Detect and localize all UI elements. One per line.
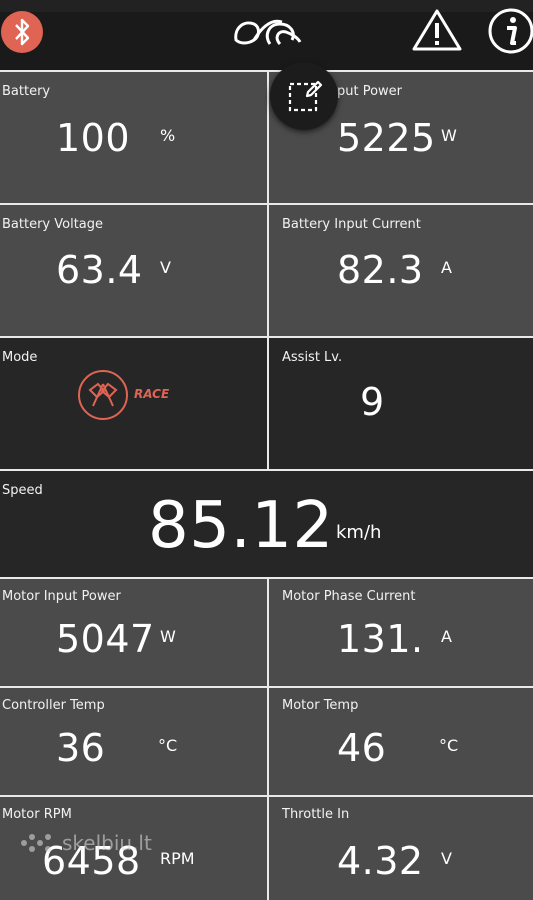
tile-battery[interactable]: Battery 100 % bbox=[0, 72, 267, 203]
tile-battery-input-current[interactable]: Battery Input Current 82.3 A bbox=[269, 205, 533, 336]
battery-voltage-unit: V bbox=[160, 258, 171, 277]
tile-battery-voltage[interactable]: Battery Voltage 63.4 V bbox=[0, 205, 267, 336]
battery-voltage-value: 63.4 bbox=[56, 248, 143, 292]
watermark-logo-icon bbox=[21, 834, 51, 852]
assist-level-value: 9 bbox=[360, 380, 385, 424]
motor-temp-value: 46 bbox=[337, 726, 387, 770]
mode-badge[interactable]: RACE bbox=[78, 370, 170, 420]
tile-label: Speed bbox=[2, 483, 43, 498]
battery-unit: % bbox=[160, 126, 176, 145]
battery-value: 100 bbox=[56, 116, 131, 160]
tile-label: Battery bbox=[2, 84, 51, 99]
top-bar bbox=[0, 0, 533, 70]
tile-label: Throttle In bbox=[282, 807, 350, 822]
controller-temp-value: 36 bbox=[56, 726, 106, 770]
tile-label: Controller Temp bbox=[2, 698, 105, 713]
motor-phase-current-unit: A bbox=[441, 627, 452, 646]
tile-label: Battery Voltage bbox=[2, 217, 104, 232]
tile-label: Motor Input Power bbox=[2, 589, 121, 604]
bluetooth-icon[interactable] bbox=[0, 8, 48, 56]
tile-motor-phase-current[interactable]: Motor Phase Current 131. A bbox=[269, 579, 533, 686]
motor-input-power-value: 5047 bbox=[56, 617, 155, 661]
tile-throttle-in[interactable]: Throttle In 4.32 V bbox=[269, 797, 533, 900]
tile-label: Battery Input Current bbox=[282, 217, 421, 232]
tile-label: put Power bbox=[337, 84, 403, 99]
edit-layout-icon bbox=[288, 80, 323, 112]
throttle-in-value: 4.32 bbox=[337, 839, 424, 883]
bike-logo-icon bbox=[234, 19, 302, 46]
speed-value: 85.12 bbox=[148, 489, 334, 563]
controller-temp-unit: °C bbox=[158, 736, 178, 755]
tile-label: Motor RPM bbox=[2, 807, 72, 822]
warning-icon[interactable] bbox=[412, 8, 462, 52]
motor-phase-current-value: 131. bbox=[337, 617, 424, 661]
edit-layout-button[interactable] bbox=[270, 62, 338, 130]
race-flags-icon bbox=[78, 370, 128, 420]
tile-label: Motor Phase Current bbox=[282, 589, 416, 604]
watermark-text: skelbiu.lt bbox=[62, 831, 152, 855]
watermark: skelbiu.lt bbox=[18, 827, 178, 859]
battery-input-power-unit: W bbox=[441, 126, 457, 145]
motor-input-power-unit: W bbox=[160, 627, 176, 646]
tile-label: Assist Lv. bbox=[282, 350, 343, 365]
tile-motor-temp[interactable]: Motor Temp 46 °C bbox=[269, 688, 533, 795]
battery-input-current-value: 82.3 bbox=[337, 248, 424, 292]
battery-input-power-value: 5225 bbox=[337, 116, 436, 160]
throttle-in-unit: V bbox=[441, 849, 452, 868]
battery-input-current-unit: A bbox=[441, 258, 452, 277]
motor-temp-unit: °C bbox=[439, 736, 459, 755]
tile-assist-level[interactable]: Assist Lv. 9 bbox=[269, 338, 533, 469]
info-icon[interactable] bbox=[488, 8, 533, 54]
speed-unit: km/h bbox=[336, 522, 382, 543]
tile-controller-temp[interactable]: Controller Temp 36 °C bbox=[0, 688, 267, 795]
tile-mode[interactable]: Mode RACE bbox=[0, 338, 267, 469]
tile-motor-input-power[interactable]: Motor Input Power 5047 W bbox=[0, 579, 267, 686]
tile-speed[interactable]: Speed 85.12 km/h bbox=[0, 471, 533, 577]
tile-label: Motor Temp bbox=[282, 698, 359, 713]
tile-label: Mode bbox=[2, 350, 38, 365]
dashboard-grid: Battery 100 % put Power 5225 W Battery V… bbox=[0, 70, 533, 900]
mode-value: RACE bbox=[134, 387, 170, 401]
